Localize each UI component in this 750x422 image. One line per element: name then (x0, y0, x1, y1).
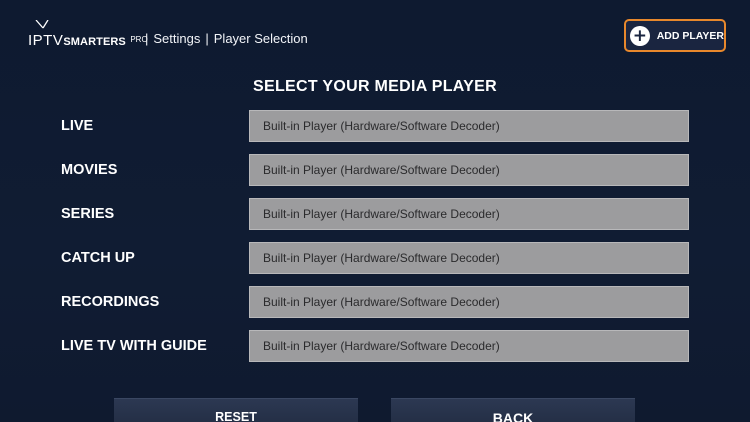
row-label: RECORDINGS (61, 294, 160, 310)
logo-smarters-text: SMARTERS (63, 36, 126, 48)
breadcrumb-separator: | (145, 31, 149, 46)
breadcrumb: | Settings | Player Selection (140, 31, 308, 46)
row-label: LIVE TV WITH GUIDE (61, 338, 207, 354)
row-label: SERIES (61, 206, 115, 222)
player-select-recordings[interactable]: Built-in Player (Hardware/Software Decod… (249, 286, 689, 318)
breadcrumb-separator: | (205, 31, 209, 46)
row-label: CATCH UP (61, 250, 135, 266)
breadcrumb-settings[interactable]: Settings (153, 31, 200, 46)
player-row-live-tv-guide: LIVE TV WITH GUIDE Built-in Player (Hard… (0, 330, 750, 362)
player-select-live-tv-guide[interactable]: Built-in Player (Hardware/Software Decod… (249, 330, 689, 362)
player-row-catch-up: CATCH UP Built-in Player (Hardware/Softw… (0, 242, 750, 274)
reset-button[interactable]: RESET (114, 398, 358, 422)
add-player-label: ADD PLAYER (656, 29, 724, 42)
player-row-series: SERIES Built-in Player (Hardware/Softwar… (0, 198, 750, 230)
row-label: MOVIES (61, 162, 118, 178)
player-select-live[interactable]: Built-in Player (Hardware/Software Decod… (249, 110, 689, 142)
breadcrumb-player-selection: Player Selection (213, 31, 308, 46)
player-select-series[interactable]: Built-in Player (Hardware/Software Decod… (249, 198, 689, 230)
player-row-live: LIVE Built-in Player (Hardware/Software … (0, 110, 750, 142)
row-label: LIVE (61, 118, 94, 134)
logo-iptv-text: IPTV (28, 32, 64, 49)
header: IPTVSMARTERS PRO | Settings | Player Select… (0, 0, 750, 70)
player-row-recordings: RECORDINGS Built-in Player (Hardware/Sof… (0, 286, 750, 318)
player-row-movies: MOVIES Built-in Player (Hardware/Softwar… (0, 154, 750, 186)
page-title: SELECT YOUR MEDIA PLAYER (253, 78, 497, 95)
plus-circle-icon: + (630, 25, 650, 46)
player-select-catch-up[interactable]: Built-in Player (Hardware/Software Decod… (249, 242, 689, 274)
app-logo: IPTVSMARTERS PRO (28, 20, 148, 60)
player-select-movies[interactable]: Built-in Player (Hardware/Software Decod… (249, 154, 689, 186)
back-button[interactable]: BACK (391, 398, 635, 422)
add-player-button[interactable]: + ADD PLAYER (624, 19, 726, 52)
